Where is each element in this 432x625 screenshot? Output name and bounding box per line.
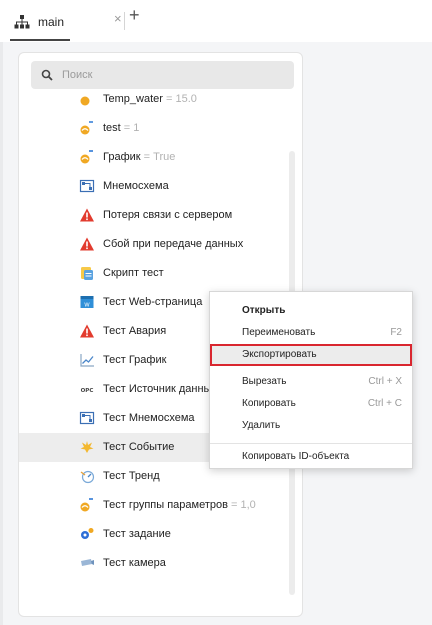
menu-item-shortcut: Ctrl + X — [368, 376, 402, 387]
list-item-value: = True — [140, 151, 176, 163]
list-item-name: Потеря связи с сервером — [103, 209, 233, 221]
menu-item-label: Вырезать — [242, 376, 287, 387]
mnemonic-diagram-icon — [79, 411, 95, 425]
object-tree-icon — [14, 15, 30, 29]
list-item-label: Тест Тренд — [103, 462, 160, 491]
menu-item-export[interactable]: Экспортировать — [210, 344, 412, 366]
menu-item-label: Копировать ID-объекта — [242, 451, 350, 462]
list-item-name: Тест группы параметров — [103, 499, 228, 511]
menu-item-delete[interactable]: Удалить — [210, 415, 412, 437]
search-icon — [41, 69, 53, 81]
chart-icon — [80, 354, 94, 367]
list-item-name: Скрипт тест — [103, 267, 164, 279]
list-item-name: test — [103, 122, 121, 134]
parameter-icon — [80, 150, 93, 164]
list-item-label: Temp_water = 15.0 — [103, 91, 197, 114]
left-edge — [0, 42, 3, 625]
list-item-name: Тест Web-страница — [103, 296, 203, 308]
list-item[interactable]: Скрипт тест — [19, 259, 287, 288]
menu-item-copy[interactable]: Копировать Ctrl + C — [210, 393, 412, 415]
list-item-label: Тест Авария — [103, 317, 166, 346]
list-item-label: Мнемосхема — [103, 172, 169, 201]
list-item-label: test = 1 — [103, 114, 139, 143]
tab-close-icon[interactable]: × — [114, 11, 122, 26]
opc-data-source-icon: OPC — [81, 388, 94, 394]
list-item-label: Скрипт тест — [103, 259, 164, 288]
list-item-label: Тест Событие — [103, 433, 174, 462]
menu-item-rename[interactable]: Переименовать F2 — [210, 322, 412, 344]
list-item-label: Потеря связи с сервером — [103, 201, 232, 230]
list-item[interactable]: Сбой при передаче данных — [19, 230, 287, 259]
list-item-label: Тест задание — [103, 520, 171, 549]
list-item-label: Тест Источник данных — [103, 375, 217, 404]
alarm-triangle-icon — [80, 324, 94, 338]
menu-item-label: Переименовать — [242, 327, 316, 338]
list-item-name: Тест График — [103, 354, 167, 366]
menu-item-label: Открыть — [242, 305, 286, 316]
parameter-icon — [80, 121, 93, 135]
list-item[interactable]: Тест группы параметров = 1,0 — [19, 491, 287, 520]
tab-bar: main × + — [0, 0, 432, 42]
tab-main-label: main — [38, 15, 65, 29]
alarm-triangle-icon — [80, 237, 94, 251]
list-item[interactable]: График = True — [19, 143, 287, 172]
list-item-value: = 1,0 — [227, 499, 256, 511]
list-item[interactable]: Потеря связи с сервером — [19, 201, 287, 230]
list-item-label: Сбой при передаче данных — [103, 230, 243, 259]
trend-icon — [80, 470, 95, 484]
menu-item-label: Экспортировать — [242, 349, 317, 360]
menu-item-shortcut: Ctrl + C — [367, 398, 402, 409]
list-item[interactable]: Мнемосхема — [19, 172, 287, 201]
alarm-triangle-icon — [80, 208, 94, 222]
list-item-name: Мнемосхема — [103, 180, 169, 192]
list-item[interactable]: Temp_water = 15.0 — [19, 91, 287, 114]
list-item-label: Тест группы параметров = 1,0 — [103, 491, 256, 520]
list-item-label: График = True — [103, 143, 175, 172]
list-item-name: Тест Источник данных — [103, 383, 217, 395]
list-item-name: Тест Авария — [103, 325, 167, 337]
menu-item-label: Удалить — [242, 420, 281, 431]
list-item[interactable]: Тест камера — [19, 549, 287, 578]
active-tab-indicator — [10, 39, 70, 41]
menu-item-cut[interactable]: Вырезать Ctrl + X — [210, 371, 412, 393]
list-item-name: Тест Тренд — [103, 470, 160, 482]
event-icon — [80, 441, 94, 453]
search-input[interactable] — [60, 68, 280, 82]
list-item-name: Тест Событие — [103, 441, 175, 453]
parameter-group-icon — [80, 498, 93, 512]
menu-item-open[interactable]: Открыть — [210, 300, 412, 322]
camera-icon — [81, 559, 94, 566]
tab-divider — [124, 12, 125, 30]
list-item-label: Тест Web-страница — [103, 288, 202, 317]
parameter-icon — [80, 96, 90, 106]
task-icon — [81, 528, 94, 539]
list-item-label: Тест Мнемосхема — [103, 404, 195, 433]
list-item-value: = 1 — [120, 122, 140, 134]
list-item-value: = 15.0 — [165, 93, 197, 105]
list-item[interactable]: Тест задание — [19, 520, 287, 549]
list-item-name: График — [103, 151, 141, 163]
menu-item-label: Копировать — [242, 398, 296, 409]
menu-item-shortcut: F2 — [390, 327, 402, 338]
menu-item-copy-object-id[interactable]: Копировать ID-объекта — [210, 446, 412, 468]
list-item-name: Тест Мнемосхема — [103, 412, 195, 424]
script-icon — [81, 267, 93, 280]
list-item-name: Temp_water — [103, 93, 163, 105]
web-page-icon: W — [80, 296, 94, 309]
context-menu: Открыть Переименовать F2 Экспортировать … — [209, 291, 413, 469]
svg-text:W: W — [84, 303, 90, 309]
menu-divider — [210, 443, 412, 444]
list-item-name: Сбой при передаче данных — [103, 238, 244, 250]
list-item-name: Тест камера — [103, 557, 166, 569]
add-tab-button[interactable]: + — [129, 5, 140, 26]
svg-text:OPC: OPC — [81, 388, 94, 394]
list-item-name: Тест задание — [103, 528, 171, 540]
list-item-label: Тест камера — [103, 549, 166, 578]
list-item[interactable]: test = 1 — [19, 114, 287, 143]
mnemonic-diagram-icon — [79, 179, 95, 193]
search-box[interactable] — [31, 61, 294, 89]
tab-main[interactable]: main × — [8, 8, 123, 36]
list-item-label: Тест График — [103, 346, 166, 375]
